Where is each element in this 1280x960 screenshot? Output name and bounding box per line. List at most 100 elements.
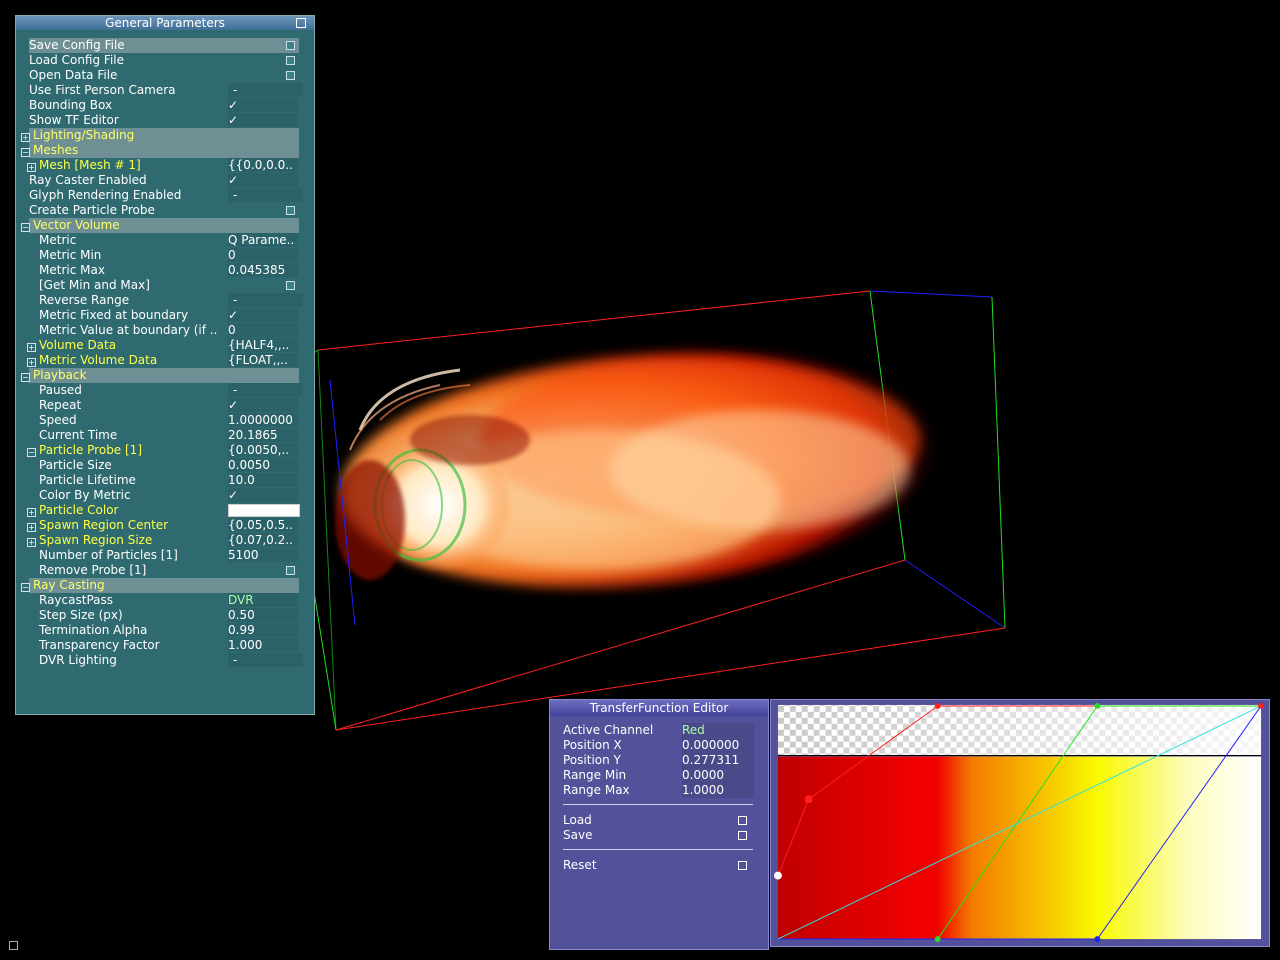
param-value[interactable]: - <box>228 83 303 97</box>
expand-icon[interactable]: + <box>27 508 36 517</box>
param-value[interactable] <box>228 504 300 517</box>
param-value[interactable]: 0.045385 <box>228 263 298 277</box>
button-icon[interactable] <box>286 56 295 65</box>
load-button[interactable]: Load <box>563 813 758 828</box>
expand-icon[interactable]: + <box>27 163 36 172</box>
param-lighting-shading[interactable]: + Lighting/Shading <box>21 128 299 143</box>
button-icon[interactable] <box>286 71 295 80</box>
param-load-config-file[interactable]: Load Config File <box>29 53 299 68</box>
param-metric-min[interactable]: Metric Min 0 <box>29 248 299 263</box>
param-bounding-box[interactable]: Bounding Box ✓ <box>29 98 299 113</box>
button-icon[interactable] <box>738 816 747 825</box>
button-icon[interactable] <box>286 566 295 575</box>
param-mesh-mesh-1[interactable]: + Mesh [Mesh # 1] {{0.0,0.0.. <box>27 158 299 173</box>
param-particle-size[interactable]: Particle Size 0.0050 <box>29 458 299 473</box>
param-value[interactable]: 1.0000000 <box>228 413 298 427</box>
param-value[interactable]: ✓ <box>228 113 298 127</box>
param-value[interactable]: DVR <box>228 593 298 607</box>
expand-icon[interactable]: + <box>27 358 36 367</box>
param-metric[interactable]: Metric Q Parame.. <box>29 233 299 248</box>
param-value[interactable]: 20.1865 <box>228 428 298 442</box>
collapse-icon[interactable]: − <box>21 373 30 382</box>
expand-icon[interactable]: + <box>27 538 36 547</box>
tf-field-range-max[interactable]: Range Max 1.0000 <box>563 783 758 798</box>
param-value[interactable]: 0.0050 <box>228 458 298 472</box>
collapse-icon[interactable]: − <box>21 148 30 157</box>
param-value[interactable]: 0 <box>228 323 298 337</box>
param-value[interactable]: {HALF4,,.. <box>228 338 298 352</box>
param-value[interactable]: 0 <box>228 248 298 262</box>
param-value[interactable]: ✓ <box>228 398 298 412</box>
param-value[interactable]: ✓ <box>228 173 298 187</box>
status-corner-icon[interactable] <box>9 941 18 950</box>
param-value[interactable]: ✓ <box>228 308 298 322</box>
param-value[interactable]: 10.0 <box>228 473 298 487</box>
expand-icon[interactable]: + <box>27 523 36 532</box>
param-value[interactable]: 1.000 <box>228 638 298 652</box>
tf-editor-title[interactable]: TransferFunction Editor <box>550 700 768 716</box>
param-value[interactable]: 0.99 <box>228 623 298 637</box>
collapse-icon[interactable]: − <box>27 448 36 457</box>
param-value[interactable]: - <box>228 293 303 307</box>
save-button[interactable]: Save <box>563 828 758 843</box>
tf-field-position-x[interactable]: Position X 0.000000 <box>563 738 758 753</box>
param-glyph-rendering-enabled[interactable]: Glyph Rendering Enabled - <box>29 188 303 203</box>
param-reverse-range[interactable]: Reverse Range - <box>29 293 303 308</box>
reset-button[interactable]: Reset <box>563 858 758 873</box>
param-value[interactable]: Q Parame.. <box>228 233 298 247</box>
param-metric-max[interactable]: Metric Max 0.045385 <box>29 263 299 278</box>
param-value[interactable]: {{0.0,0.0.. <box>228 158 298 172</box>
button-icon[interactable] <box>286 41 295 50</box>
param-metric-fixed-at-boundary[interactable]: Metric Fixed at boundary ✓ <box>29 308 299 323</box>
tf-field-value[interactable]: 0.0000 <box>682 768 754 783</box>
param-value[interactable]: {0.07,0.2.. <box>228 533 298 547</box>
panel-title[interactable]: General Parameters <box>16 16 314 30</box>
param-playback[interactable]: − Playback <box>21 368 299 383</box>
param-paused[interactable]: Paused - <box>29 383 303 398</box>
button-icon[interactable] <box>738 831 747 840</box>
param-value[interactable]: - <box>228 188 303 202</box>
param-metric-value-at-boundary-if[interactable]: Metric Value at boundary (if .. 0 <box>29 323 299 338</box>
param-create-particle-probe[interactable]: Create Particle Probe <box>29 203 299 218</box>
tf-field-position-y[interactable]: Position Y 0.277311 <box>563 753 758 768</box>
param-value[interactable]: ✓ <box>228 488 298 502</box>
collapse-icon[interactable]: − <box>21 583 30 592</box>
expand-icon[interactable]: + <box>21 133 30 142</box>
param-show-tf-editor[interactable]: Show TF Editor ✓ <box>29 113 299 128</box>
param-repeat[interactable]: Repeat ✓ <box>29 398 299 413</box>
expand-icon[interactable]: + <box>27 343 36 352</box>
param-color-by-metric[interactable]: Color By Metric ✓ <box>29 488 299 503</box>
param-particle-probe-1[interactable]: − Particle Probe [1] {0.0050,.. <box>27 443 299 458</box>
param-spawn-region-size[interactable]: + Spawn Region Size {0.07,0.2.. <box>27 533 299 548</box>
param-ray-caster-enabled[interactable]: Ray Caster Enabled ✓ <box>29 173 299 188</box>
param-open-data-file[interactable]: Open Data File <box>29 68 299 83</box>
tf-field-range-min[interactable]: Range Min 0.0000 <box>563 768 758 783</box>
param-use-first-person-camera[interactable]: Use First Person Camera - <box>29 83 303 98</box>
param-value[interactable]: ✓ <box>228 98 298 112</box>
param-current-time[interactable]: Current Time 20.1865 <box>29 428 299 443</box>
param-value[interactable]: - <box>228 653 303 667</box>
param-value[interactable]: {0.0050,.. <box>228 443 298 457</box>
param-dvr-lighting[interactable]: DVR Lighting - <box>29 653 303 668</box>
param-value[interactable]: {FLOAT,,.. <box>228 353 298 367</box>
param-meshes[interactable]: − Meshes <box>21 143 299 158</box>
param-raycastpass[interactable]: RaycastPass DVR <box>29 593 299 608</box>
param-termination-alpha[interactable]: Termination Alpha 0.99 <box>29 623 299 638</box>
param-spawn-region-center[interactable]: + Spawn Region Center {0.05,0.5.. <box>27 518 299 533</box>
param-metric-volume-data[interactable]: + Metric Volume Data {FLOAT,,.. <box>27 353 299 368</box>
param-particle-lifetime[interactable]: Particle Lifetime 10.0 <box>29 473 299 488</box>
button-icon[interactable] <box>738 861 747 870</box>
collapse-icon[interactable]: − <box>21 223 30 232</box>
collapse-icon[interactable] <box>296 18 306 28</box>
param-ray-casting[interactable]: − Ray Casting <box>21 578 299 593</box>
param-value[interactable]: {0.05,0.5.. <box>228 518 298 532</box>
param-speed[interactable]: Speed 1.0000000 <box>29 413 299 428</box>
param-vector-volume[interactable]: − Vector Volume <box>21 218 299 233</box>
tf-field-value[interactable]: 1.0000 <box>682 783 754 798</box>
tf-field-value[interactable]: 0.277311 <box>682 753 754 768</box>
tf-field-value[interactable]: 0.000000 <box>682 738 754 753</box>
param-particle-color[interactable]: + Particle Color <box>27 503 300 518</box>
param-remove-probe-1[interactable]: Remove Probe [1] <box>29 563 299 578</box>
param-value[interactable]: - <box>228 383 303 397</box>
param-transparency-factor[interactable]: Transparency Factor 1.000 <box>29 638 299 653</box>
